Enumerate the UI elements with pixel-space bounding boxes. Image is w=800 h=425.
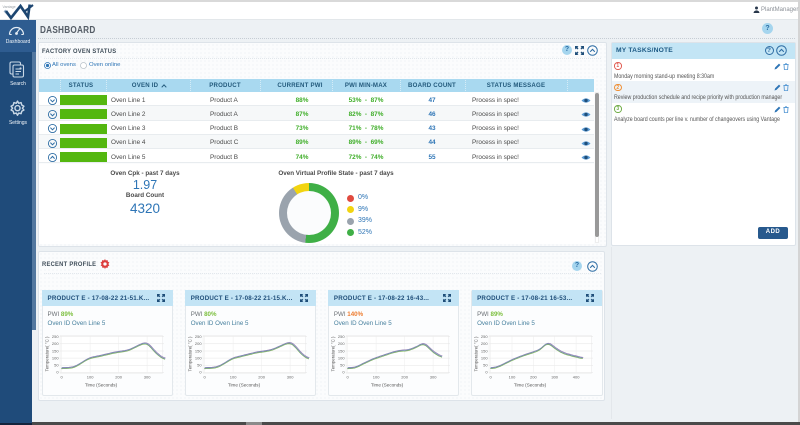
svg-text:Time (Seconds): Time (Seconds) xyxy=(84,382,117,387)
svg-text:0: 0 xyxy=(60,374,63,379)
svg-text:50: 50 xyxy=(54,362,59,367)
svg-text:200: 200 xyxy=(258,374,265,379)
svg-text:Temperature( °C ): Temperature( °C ) xyxy=(187,336,192,371)
svg-text:100: 100 xyxy=(51,355,58,360)
svg-text:50: 50 xyxy=(483,362,488,367)
svg-text:200: 200 xyxy=(51,341,58,346)
svg-text:0: 0 xyxy=(490,374,493,379)
svg-text:Temperature( °C ): Temperature( °C ) xyxy=(474,336,479,371)
svg-text:Vantage: Vantage xyxy=(3,5,16,9)
svg-text:100: 100 xyxy=(373,374,380,379)
svg-text:0: 0 xyxy=(342,369,345,374)
svg-text:Time (Seconds): Time (Seconds) xyxy=(371,382,404,387)
svg-text:200: 200 xyxy=(195,341,202,346)
svg-text:400: 400 xyxy=(573,374,580,379)
svg-text:150: 150 xyxy=(195,348,202,353)
svg-text:300: 300 xyxy=(430,374,437,379)
svg-text:100: 100 xyxy=(338,355,345,360)
svg-text:200: 200 xyxy=(481,341,488,346)
svg-text:150: 150 xyxy=(338,348,345,353)
svg-text:300: 300 xyxy=(551,374,558,379)
svg-text:300: 300 xyxy=(286,374,293,379)
svg-text:300: 300 xyxy=(143,374,150,379)
svg-text:250: 250 xyxy=(51,334,58,339)
svg-text:250: 250 xyxy=(338,334,345,339)
svg-text:50: 50 xyxy=(197,362,202,367)
svg-text:150: 150 xyxy=(51,348,58,353)
svg-text:150: 150 xyxy=(481,348,488,353)
svg-text:0: 0 xyxy=(485,369,488,374)
svg-text:100: 100 xyxy=(229,374,236,379)
svg-text:250: 250 xyxy=(195,334,202,339)
svg-text:100: 100 xyxy=(509,374,516,379)
svg-text:0: 0 xyxy=(56,369,59,374)
svg-text:Temperature( °C ): Temperature( °C ) xyxy=(44,336,49,371)
svg-text:200: 200 xyxy=(115,374,122,379)
svg-text:Time (Seconds): Time (Seconds) xyxy=(514,382,547,387)
svg-text:200: 200 xyxy=(338,341,345,346)
svg-text:100: 100 xyxy=(481,355,488,360)
svg-text:50: 50 xyxy=(340,362,345,367)
svg-text:Temperature( °C ): Temperature( °C ) xyxy=(330,336,335,371)
svg-text:250: 250 xyxy=(481,334,488,339)
svg-text:0: 0 xyxy=(346,374,349,379)
svg-text:0: 0 xyxy=(199,369,202,374)
svg-text:Time (Seconds): Time (Seconds) xyxy=(228,382,261,387)
svg-text:100: 100 xyxy=(86,374,93,379)
svg-text:200: 200 xyxy=(530,374,537,379)
svg-text:100: 100 xyxy=(195,355,202,360)
svg-text:200: 200 xyxy=(401,374,408,379)
svg-text:0: 0 xyxy=(203,374,206,379)
